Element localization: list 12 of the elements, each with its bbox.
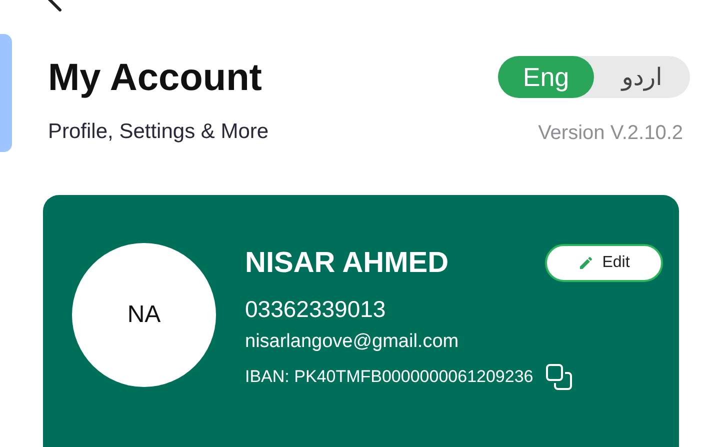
email-address: nisarlangove@gmail.com <box>245 331 460 353</box>
phone-number: 03362339013 <box>245 296 387 323</box>
pencil-icon <box>578 255 594 271</box>
copy-icon[interactable] <box>545 363 574 391</box>
user-name: NISAR AHMED <box>245 246 449 280</box>
language-tab[interactable]: اردو <box>594 56 690 98</box>
page-title: My Account <box>48 56 263 100</box>
avatar: NA <box>72 243 216 387</box>
iban-number: IBAN: PK40TMFB0000000061209236 <box>245 367 534 387</box>
page-subtitle: Profile, Settings & More <box>48 120 269 144</box>
version-label: Version V.2.10.2 <box>538 122 683 145</box>
edit-button[interactable]: Edit <box>545 244 663 282</box>
